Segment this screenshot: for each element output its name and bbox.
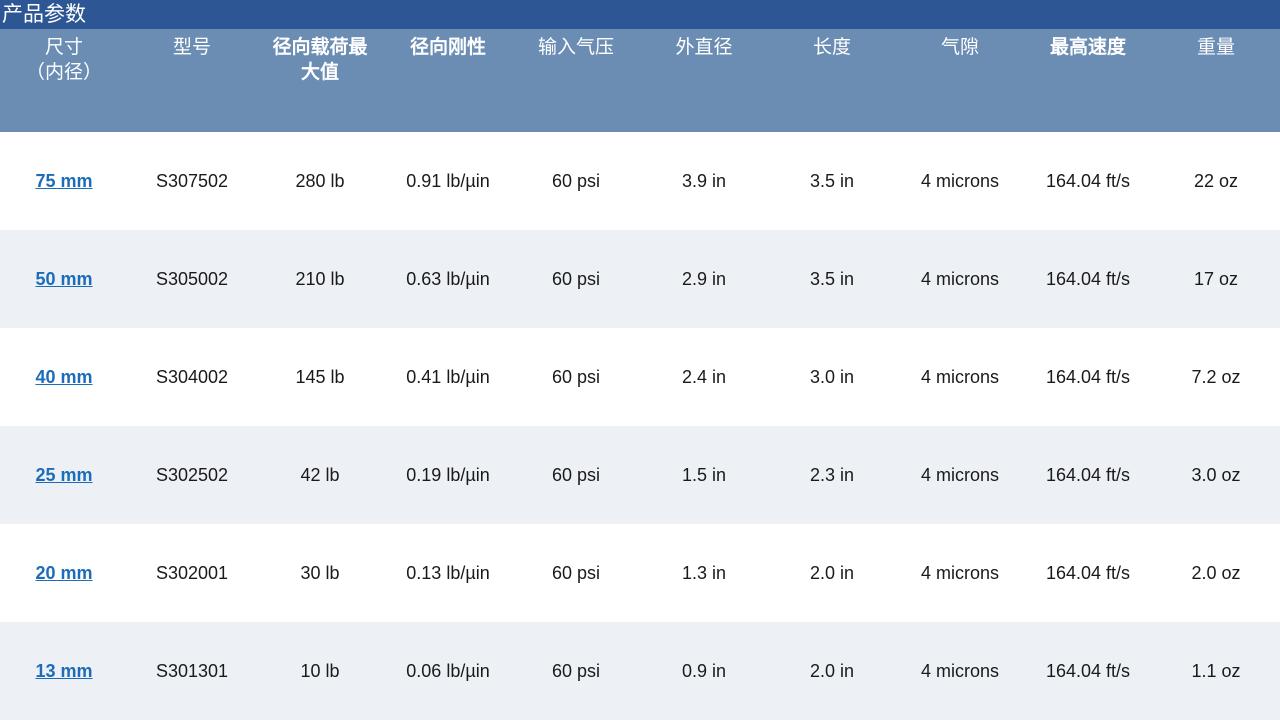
cell-radial-load: 42 lb <box>300 465 340 485</box>
header-model: 型号 <box>128 35 256 60</box>
table-row: 13 mm S301301 10 lb 0.06 lb/µin 60 psi 0.9 in… <box>0 622 1280 720</box>
cell-radial-stiffness: 0.63 lb/µin <box>406 269 490 289</box>
cell-weight: 17 oz <box>1193 269 1239 289</box>
cell-weight: 22 oz <box>1193 171 1239 191</box>
size-link[interactable]: 40 mm <box>0 328 128 426</box>
cell-outer-diameter: 3.9 in <box>681 171 727 191</box>
table-row: 25 mm S302502 42 lb 0.19 lb/µin 60 psi 1.5 in… <box>0 426 1280 524</box>
table-row: 40 mm S304002 145 lb 0.41 lb/µin 60 psi 2.4 i… <box>0 328 1280 426</box>
cell-radial-stiffness: 0.13 lb/µin <box>406 563 490 583</box>
header-radial-load: 径向载荷最 大值 <box>256 35 384 85</box>
cell-input-pressure: 60 psi <box>551 367 601 387</box>
size-link[interactable]: 25 mm <box>0 426 128 524</box>
cell-radial-load: 280 lb <box>295 171 345 191</box>
cell-radial-load: 145 lb <box>295 367 345 387</box>
cell-outer-diameter: 0.9 in <box>681 661 727 681</box>
cell-max-speed: 164.04 ft/s <box>1045 563 1131 583</box>
cell-air-gap: 4 microns <box>920 367 1000 387</box>
cell-max-speed: 164.04 ft/s <box>1045 367 1131 387</box>
table-row: 50 mm S305002 210 lb 0.63 lb/µin 60 psi 2.9 i… <box>0 230 1280 328</box>
cell-input-pressure: 60 psi <box>551 269 601 289</box>
header-size-line: （内径） <box>25 61 102 83</box>
cell-input-pressure: 60 psi <box>551 563 601 583</box>
header-input-pressure: 输入气压 <box>512 35 640 60</box>
cell-length: 2.0 in <box>809 661 855 681</box>
cell-radial-load: 30 lb <box>300 563 340 583</box>
size-link[interactable]: 75 mm <box>0 132 128 230</box>
header-radial-load-line: 径向载荷最 <box>272 36 368 58</box>
cell-weight: 3.0 oz <box>1191 465 1241 485</box>
header-length: 长度 <box>768 35 896 60</box>
cell-weight: 1.1 oz <box>1191 661 1241 681</box>
cell-model: S304002 <box>155 367 229 387</box>
cell-length: 2.0 in <box>809 563 855 583</box>
size-link[interactable]: 20 mm <box>0 524 128 622</box>
cell-outer-diameter: 1.5 in <box>681 465 727 485</box>
header-outer-diameter: 外直径 <box>640 35 768 60</box>
cell-air-gap: 4 microns <box>920 661 1000 681</box>
header-air-gap-line: 气隙 <box>940 36 979 58</box>
cell-input-pressure: 60 psi <box>551 171 601 191</box>
cell-radial-load: 10 lb <box>300 661 340 681</box>
header-max-speed: 最高速度 <box>1024 35 1152 60</box>
header-radial-stiffness-line: 径向刚性 <box>409 36 486 58</box>
table-header: 尺寸 （内径） 型号 径向载荷最大值 径向刚性 输入气压 外直径 长度 气隙 最高速度 重量 <box>0 29 1280 132</box>
size-link[interactable]: 50 mm <box>0 230 128 328</box>
page-title: 产品参数 <box>0 0 1280 29</box>
cell-input-pressure: 60 psi <box>551 661 601 681</box>
header-radial-load-line: 大值 <box>300 61 339 83</box>
cell-radial-stiffness: 0.41 lb/µin <box>406 367 490 387</box>
cell-weight: 7.2 oz <box>1191 367 1241 387</box>
header-max-speed-line: 最高速度 <box>1049 36 1126 58</box>
cell-weight: 2.0 oz <box>1191 563 1241 583</box>
cell-model: S302001 <box>155 563 229 583</box>
cell-length: 3.5 in <box>809 269 855 289</box>
header-size: 尺寸 （内径） <box>0 35 128 85</box>
cell-length: 2.3 in <box>809 465 855 485</box>
cell-air-gap: 4 microns <box>920 269 1000 289</box>
cell-model: S307502 <box>155 171 229 191</box>
cell-outer-diameter: 2.4 in <box>681 367 727 387</box>
cell-max-speed: 164.04 ft/s <box>1045 269 1131 289</box>
cell-model: S305002 <box>155 269 229 289</box>
cell-air-gap: 4 microns <box>920 465 1000 485</box>
cell-max-speed: 164.04 ft/s <box>1045 661 1131 681</box>
cell-model: S301301 <box>155 661 229 681</box>
cell-outer-diameter: 1.3 in <box>681 563 727 583</box>
cell-radial-load: 210 lb <box>295 269 345 289</box>
header-air-gap: 气隙 <box>896 35 1024 60</box>
cell-length: 3.0 in <box>809 367 855 387</box>
cell-length: 3.5 in <box>809 171 855 191</box>
header-length-line: 长度 <box>812 36 851 58</box>
header-input-pressure-line: 输入气压 <box>537 36 614 58</box>
header-outer-diameter-line: 外直径 <box>675 36 733 58</box>
header-size-line: 尺寸 <box>44 36 83 58</box>
cell-input-pressure: 60 psi <box>551 465 601 485</box>
header-radial-stiffness: 径向刚性 <box>384 35 512 60</box>
cell-radial-stiffness: 0.91 lb/µin <box>406 171 490 191</box>
cell-max-speed: 164.04 ft/s <box>1045 465 1131 485</box>
cell-outer-diameter: 2.9 in <box>681 269 727 289</box>
cell-radial-stiffness: 0.19 lb/µin <box>406 465 490 485</box>
table-row: 20 mm S302001 30 lb 0.13 lb/µin 60 psi 1.3 in… <box>0 524 1280 622</box>
cell-max-speed: 164.04 ft/s <box>1045 171 1131 191</box>
header-weight: 重量 <box>1152 35 1280 60</box>
header-weight-line: 重量 <box>1196 36 1235 58</box>
cell-air-gap: 4 microns <box>920 563 1000 583</box>
cell-model: S302502 <box>155 465 229 485</box>
header-model-line: 型号 <box>172 36 211 58</box>
cell-air-gap: 4 microns <box>920 171 1000 191</box>
table-row: 75 mm S307502 280 lb 0.91 lb/µin 60 psi 3.9 i… <box>0 132 1280 230</box>
cell-radial-stiffness: 0.06 lb/µin <box>406 661 490 681</box>
size-link[interactable]: 13 mm <box>0 622 128 720</box>
